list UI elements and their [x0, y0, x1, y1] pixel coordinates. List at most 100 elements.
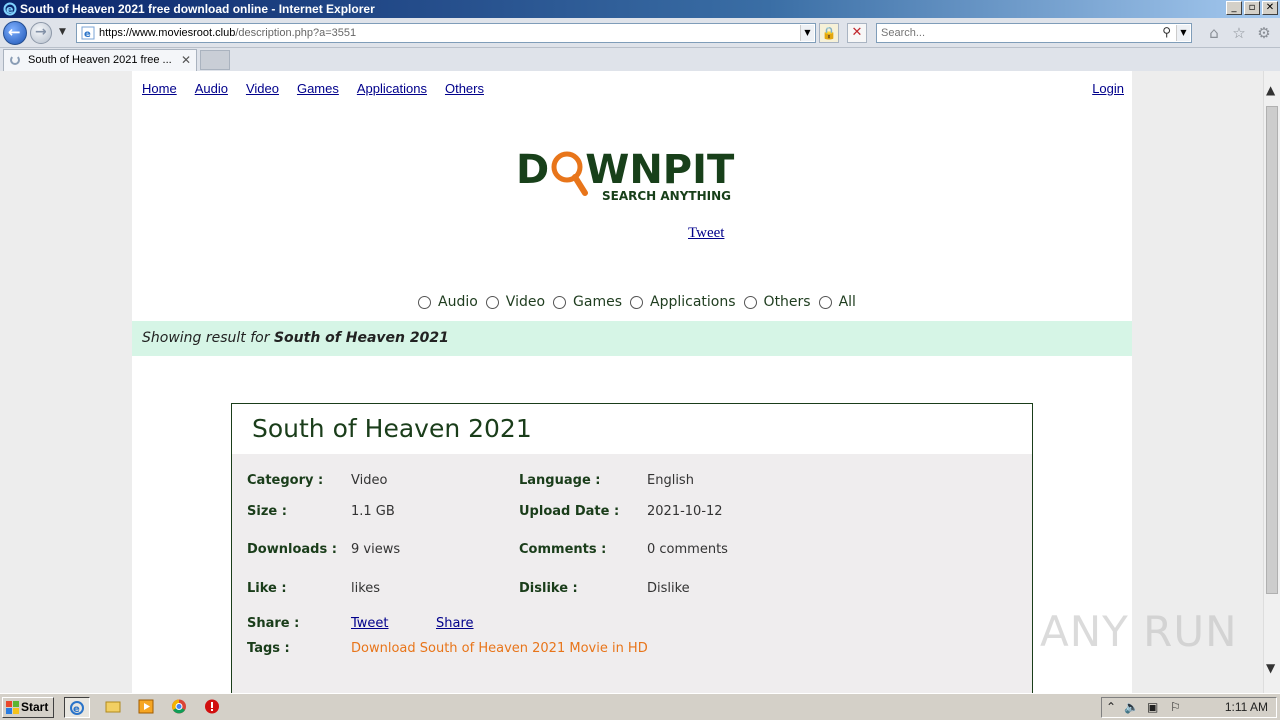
windows-flag-icon: [6, 701, 19, 714]
share-label: Share :: [247, 616, 300, 631]
favorites-star-icon[interactable]: ☆: [1230, 24, 1248, 42]
upload-date-label: Upload Date :: [519, 504, 620, 519]
dislike-label: Dislike :: [519, 581, 578, 596]
search-input[interactable]: [881, 26, 1151, 40]
window-title: South of Heaven 2021 free download onlin…: [20, 2, 375, 16]
back-button[interactable]: ←: [3, 21, 27, 45]
nav-home[interactable]: Home: [142, 81, 177, 96]
radio-others[interactable]: Others: [743, 294, 811, 310]
tag-link[interactable]: Download South of Heaven 2021 Movie in H…: [351, 641, 648, 656]
radio-button[interactable]: [630, 295, 644, 309]
tweet-link[interactable]: Tweet: [688, 225, 724, 242]
forward-button[interactable]: →: [30, 22, 52, 44]
window-title-bar: e South of Heaven 2021 free download onl…: [0, 0, 1280, 18]
radio-all[interactable]: All: [818, 294, 856, 310]
radio-audio[interactable]: Audio: [418, 294, 478, 310]
history-dropdown-icon[interactable]: ▼: [59, 27, 66, 37]
dislike-value: Dislike: [647, 581, 690, 596]
start-button[interactable]: Start: [2, 697, 54, 718]
scroll-down-icon[interactable]: ▼: [1266, 661, 1275, 675]
downloads-label: Downloads :: [247, 542, 337, 557]
scroll-up-icon[interactable]: ▲: [1266, 83, 1275, 97]
search-icon[interactable]: ⚲: [1162, 25, 1171, 39]
radio-applications[interactable]: Applications: [630, 294, 736, 310]
internet-explorer-icon: e: [3, 2, 17, 16]
back-arrow-icon: ←: [8, 23, 21, 41]
tags-label: Tags :: [247, 641, 290, 656]
category-value: Video: [351, 473, 388, 488]
svg-text:e: e: [73, 704, 80, 715]
address-bar[interactable]: e https://www.moviesroot.club/descriptio…: [76, 23, 816, 43]
url-text: https://www.moviesroot.club/description.…: [99, 27, 357, 39]
result-text: Showing result for South of Heaven 2021: [142, 330, 449, 346]
nav-video[interactable]: Video: [246, 81, 279, 96]
nav-others[interactable]: Others: [445, 81, 484, 96]
minimize-button[interactable]: _: [1226, 1, 1242, 15]
scroll-thumb[interactable]: [1266, 106, 1278, 594]
page-ie-icon: e: [81, 26, 95, 40]
radio-button[interactable]: [418, 295, 431, 309]
magnifier-o-icon: [549, 147, 589, 196]
radio-games[interactable]: Games: [553, 294, 622, 310]
comments-label: Comments :: [519, 542, 607, 557]
share-facebook-link[interactable]: Share: [436, 616, 474, 631]
radio-button[interactable]: [818, 295, 832, 309]
nav-audio[interactable]: Audio: [195, 81, 228, 96]
tab-strip: South of Heaven 2021 free ... ✕: [0, 48, 1280, 71]
tab-title: South of Heaven 2021 free ...: [28, 54, 172, 66]
radio-button[interactable]: [553, 295, 567, 309]
search-box[interactable]: ⚲ ▼: [876, 23, 1192, 43]
taskbar: Start e ⌃ 🔈 ▣ ⚐ 1:11 AM: [0, 693, 1280, 720]
home-icon[interactable]: ⌂: [1205, 24, 1223, 42]
category-label: Category :: [247, 473, 324, 488]
search-dropdown-icon[interactable]: ▼: [1176, 25, 1190, 41]
page-content: Home Audio Video Games Applications Othe…: [132, 71, 1132, 693]
share-tweet-link[interactable]: Tweet: [351, 616, 389, 631]
tools-gear-icon[interactable]: ⚙: [1255, 24, 1273, 42]
system-tray: ⌃ 🔈 ▣ ⚐ 1:11 AM: [1101, 697, 1277, 718]
stop-icon[interactable]: ✕: [847, 23, 867, 43]
restore-button[interactable]: ▫: [1244, 1, 1260, 15]
svg-text:e: e: [84, 29, 91, 40]
upload-date-value: 2021-10-12: [647, 504, 723, 519]
clock[interactable]: 1:11 AM: [1225, 700, 1268, 714]
forward-arrow-icon: →: [35, 24, 47, 40]
address-dropdown-icon[interactable]: ▼: [800, 25, 814, 41]
loading-spinner-icon: [10, 55, 20, 65]
result-banner: Showing result for South of Heaven 2021: [132, 321, 1132, 356]
downloads-value: 9 views: [351, 542, 401, 557]
like-label: Like :: [247, 581, 287, 596]
taskbar-media-player-icon[interactable]: [134, 697, 160, 718]
new-tab-button[interactable]: [200, 50, 230, 70]
taskbar-ie-icon[interactable]: e: [64, 697, 90, 718]
card-header: South of Heaven 2021: [232, 404, 1032, 454]
nav-applications[interactable]: Applications: [357, 81, 427, 96]
size-value: 1.1 GB: [351, 504, 395, 519]
downpit-logo[interactable]: D WNPIT SEARCH ANYTHING: [516, 147, 746, 211]
lock-icon[interactable]: 🔒: [819, 23, 839, 43]
radio-video[interactable]: Video: [485, 294, 545, 310]
language-label: Language :: [519, 473, 601, 488]
taskbar-explorer-icon[interactable]: [101, 697, 127, 718]
page-viewport: Home Audio Video Games Applications Othe…: [0, 71, 1263, 693]
tab-active[interactable]: South of Heaven 2021 free ... ✕: [3, 49, 197, 71]
taskbar-warning-icon[interactable]: [200, 697, 226, 718]
logo-tagline: SEARCH ANYTHING: [602, 189, 731, 203]
vertical-scrollbar[interactable]: ▲ ▼: [1263, 71, 1280, 693]
volume-icon[interactable]: 🔈: [1124, 700, 1139, 714]
svg-text:e: e: [6, 3, 13, 16]
nav-games[interactable]: Games: [297, 81, 339, 96]
like-value: likes: [351, 581, 381, 596]
item-details-card: South of Heaven 2021 Category : Video La…: [231, 403, 1033, 693]
taskbar-chrome-icon[interactable]: [167, 697, 193, 718]
navigation-bar: ← → ▼ e https://www.moviesroot.club/desc…: [0, 18, 1280, 48]
network-icon[interactable]: ▣: [1147, 700, 1158, 714]
tray-expand-icon[interactable]: ⌃: [1106, 700, 1116, 714]
logo-wordmark: D WNPIT: [516, 147, 735, 196]
radio-button[interactable]: [485, 295, 499, 309]
radio-button[interactable]: [743, 295, 757, 309]
close-button[interactable]: ✕: [1262, 1, 1278, 15]
login-link[interactable]: Login: [1092, 81, 1124, 96]
tab-close-icon[interactable]: ✕: [181, 53, 191, 67]
action-center-flag-icon[interactable]: ⚐: [1170, 700, 1181, 714]
